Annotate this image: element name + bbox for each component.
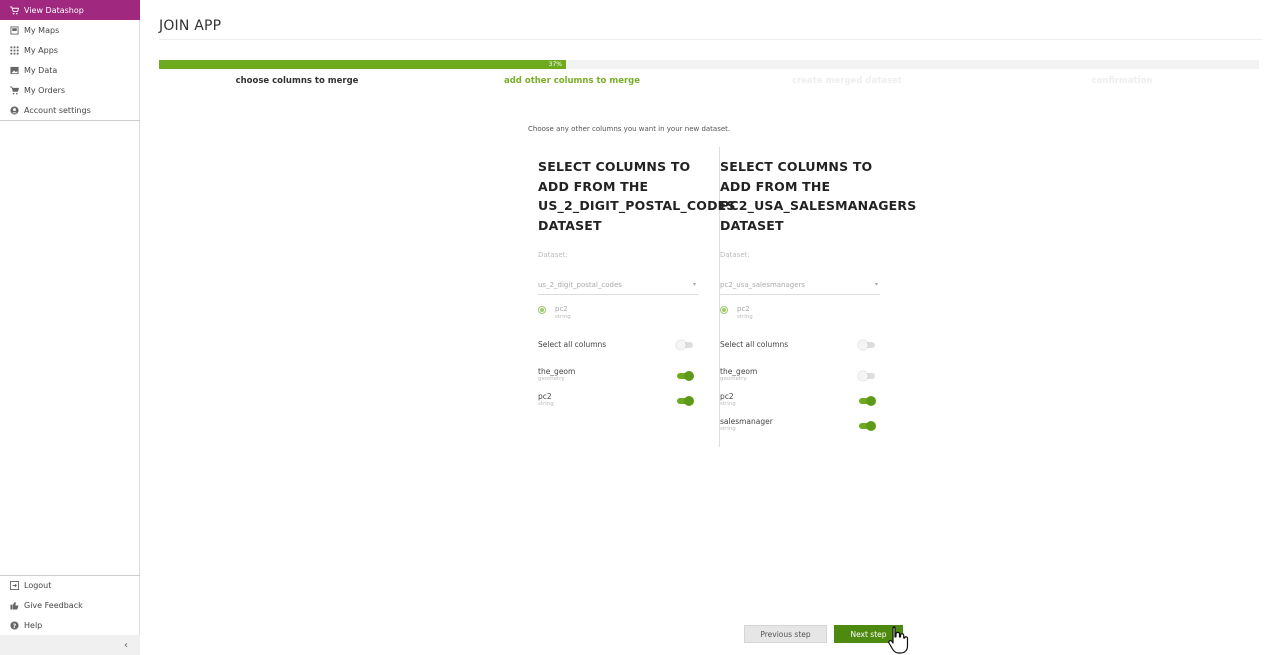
chevron-left-icon: ‹ — [124, 639, 128, 651]
select-all-row: Select all columns — [538, 340, 694, 350]
field-toggle[interactable] — [858, 396, 876, 406]
sidebar-item-label: Give Feedback — [24, 600, 83, 610]
field-type: geometry — [538, 376, 565, 382]
sidebar-item-give-feedback[interactable]: Give Feedback — [0, 595, 140, 615]
select-all-label: Select all columns — [720, 340, 789, 349]
field-name: salesmanager — [720, 417, 773, 426]
field-name: the_geom — [538, 367, 576, 376]
column-field-row: the_geom geometry — [720, 367, 876, 383]
title-line: ADD FROM THE — [720, 178, 831, 194]
dataset-label: Dataset: — [720, 251, 750, 259]
title-line: DATASET — [538, 217, 602, 233]
field-toggle[interactable] — [676, 396, 694, 406]
page-title: JOIN APP — [159, 18, 222, 34]
sidebar-item-my-data[interactable]: My Data — [0, 60, 140, 80]
step-choose-columns[interactable]: choose columns to merge — [236, 76, 359, 86]
main-content: JOIN APP 37% choose columns to merge add… — [141, 0, 1280, 655]
sidebar-item-label: Help — [24, 620, 43, 630]
caret-down-icon: ▾ — [692, 281, 696, 288]
sidebar-collapse-button[interactable]: ‹ — [0, 635, 140, 655]
title-line: SELECT COLUMNS TO — [538, 159, 691, 174]
field-name: pc2 — [538, 392, 552, 401]
sidebar-item-label: Logout — [24, 580, 52, 590]
dataset-column-left: SELECT COLUMNS TO ADD FROM THE US_2_DIGI… — [538, 147, 736, 447]
dataset-select[interactable]: us_2_digit_postal_codes ▾ — [538, 275, 698, 295]
field-type: string — [720, 401, 736, 407]
title-line: DATASET — [720, 217, 784, 233]
field-type: string — [538, 401, 554, 407]
previous-step-button[interactable]: Previous step — [744, 625, 827, 643]
key-column-name: pc2 — [737, 305, 750, 313]
field-toggle[interactable] — [858, 421, 876, 431]
column-title: SELECT COLUMNS TO ADD FROM THE US_2_DIGI… — [538, 157, 736, 235]
sidebar-item-my-orders[interactable]: My Orders — [0, 80, 140, 100]
sidebar: View Datashop My Maps My Apps My Data My… — [0, 0, 140, 655]
image-data-icon — [9, 65, 19, 75]
progress-label: 37% — [548, 61, 562, 68]
column-field-row: pc2 string — [538, 392, 694, 408]
select-all-toggle[interactable] — [858, 340, 876, 350]
key-column-radio[interactable]: pc2 string — [720, 305, 753, 321]
radio-selected-icon — [538, 306, 546, 314]
column-title: SELECT COLUMNS TO ADD FROM THE PC2_USA_S… — [720, 157, 917, 235]
select-all-row: Select all columns — [720, 340, 876, 350]
account-icon — [9, 105, 19, 115]
key-column-type: string — [737, 314, 753, 320]
thumbs-up-icon — [9, 600, 19, 610]
field-type: string — [720, 426, 736, 432]
key-column-radio[interactable]: pc2 string — [538, 305, 571, 321]
step-create-merged-dataset: create merged dataset — [792, 76, 902, 86]
svg-text:?: ? — [12, 622, 16, 629]
title-line: ADD FROM THE — [538, 178, 649, 194]
title-line: PC2_USA_SALESMANAGERS — [720, 198, 917, 213]
dataset-select-value: pc2_usa_salesmanagers — [720, 281, 806, 289]
sidebar-item-label: My Apps — [24, 45, 58, 55]
column-field-row: pc2 string — [720, 392, 876, 408]
sidebar-item-label: My Orders — [24, 85, 66, 95]
select-all-label: Select all columns — [538, 340, 607, 349]
dataset-select[interactable]: pc2_usa_salesmanagers ▾ — [720, 275, 880, 295]
caret-down-icon: ▾ — [874, 281, 878, 288]
hand-pointer-icon — [888, 626, 909, 654]
title-line: US_2_DIGIT_POSTAL_CODES — [538, 198, 736, 213]
sidebar-item-account-settings[interactable]: Account settings — [0, 100, 140, 120]
sidebar-item-label: View Datashop — [24, 5, 84, 15]
field-toggle[interactable] — [858, 371, 876, 381]
sidebar-item-view-datashop[interactable]: View Datashop — [0, 0, 140, 20]
cart-icon — [9, 85, 19, 95]
radio-selected-icon — [720, 306, 728, 314]
progress-fill: 37% — [159, 60, 566, 69]
dataset-select-value: us_2_digit_postal_codes — [538, 281, 622, 289]
dataset-label: Dataset: — [538, 251, 568, 259]
sidebar-item-label: My Data — [24, 65, 58, 75]
select-all-toggle[interactable] — [676, 340, 694, 350]
sidebar-item-help[interactable]: ? Help — [0, 615, 140, 635]
title-line: SELECT COLUMNS TO — [720, 159, 873, 174]
dataset-column-right: SELECT COLUMNS TO ADD FROM THE PC2_USA_S… — [720, 147, 917, 447]
field-type: geometry — [720, 376, 747, 382]
maps-icon — [9, 25, 19, 35]
sidebar-item-my-maps[interactable]: My Maps — [0, 20, 140, 40]
sidebar-item-logout[interactable]: Logout — [0, 575, 140, 595]
key-column-name: pc2 — [555, 305, 568, 313]
progress-bar: 37% — [159, 60, 1259, 69]
sidebar-item-label: My Maps — [24, 25, 60, 35]
logout-icon — [9, 580, 19, 590]
cart-icon — [9, 5, 19, 15]
sidebar-divider — [0, 120, 140, 121]
sidebar-item-label: Account settings — [24, 105, 91, 115]
intro-text: Choose any other columns you want in you… — [528, 125, 731, 133]
title-divider — [159, 39, 1263, 40]
field-name: the_geom — [720, 367, 758, 376]
apps-grid-icon — [9, 45, 19, 55]
sidebar-item-my-apps[interactable]: My Apps — [0, 40, 140, 60]
field-toggle[interactable] — [676, 371, 694, 381]
step-confirmation: confirmation — [1091, 76, 1153, 86]
field-name: pc2 — [720, 392, 734, 401]
key-column-type: string — [555, 314, 571, 320]
column-field-row: the_geom geometry — [538, 367, 694, 383]
help-icon: ? — [9, 620, 19, 630]
column-field-row: salesmanager string — [720, 417, 876, 433]
step-add-other-columns[interactable]: add other columns to merge — [504, 76, 640, 86]
